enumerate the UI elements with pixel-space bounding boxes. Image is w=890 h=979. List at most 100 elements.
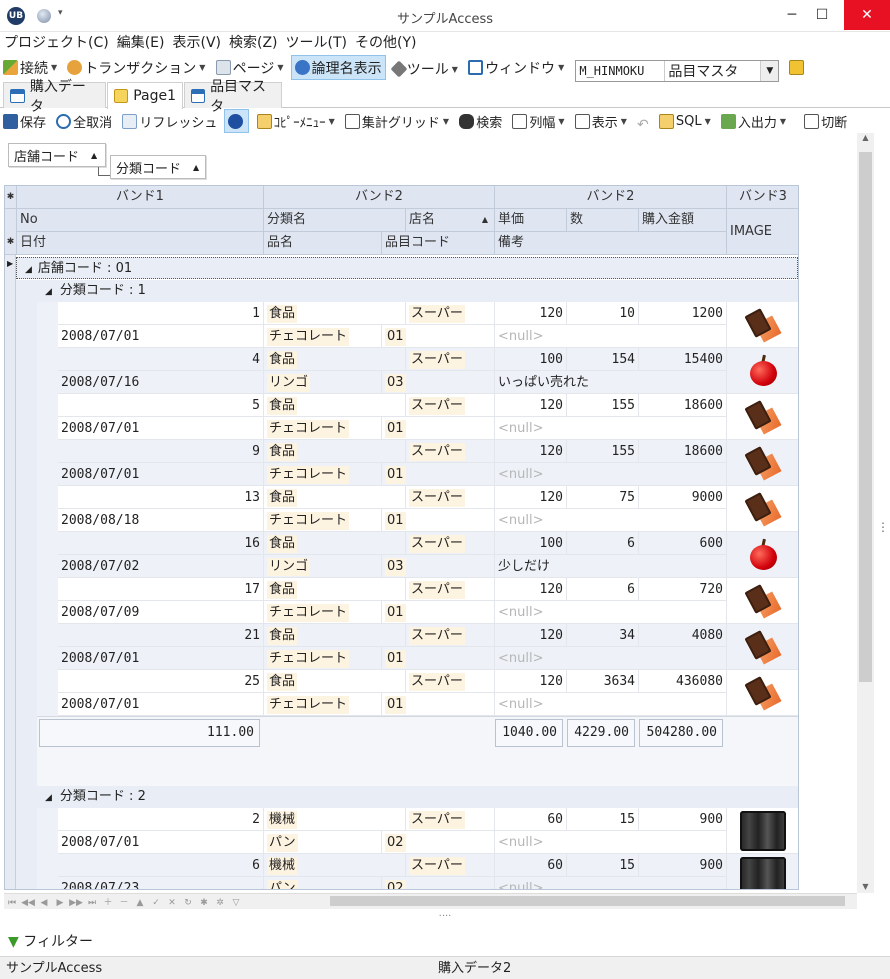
cell-category-name[interactable]: 食品 [264,486,406,509]
last-record-icon[interactable]: ⏭ [84,895,100,911]
cell-no[interactable]: 17 [58,578,264,601]
cell-no[interactable]: 9 [58,440,264,463]
cell-image[interactable] [727,808,798,854]
cell-category-name[interactable]: 機械 [264,808,406,831]
cancel-all-button[interactable]: 全取消 [53,109,115,133]
table-row[interactable]: 9 食品 スーパー 120 155 18600 2008/07/01 チェコレート 01 <nul… [58,440,798,486]
cell-unit-price[interactable]: 120 [495,394,567,417]
delete-record-icon[interactable]: － [116,895,132,911]
table-row[interactable]: 6 機械 スーパー 60 15 900 2008/07/23 パン 02 <null> [58,854,798,889]
cell-image[interactable] [727,624,798,670]
cell-quantity[interactable]: 6 [567,578,639,601]
table-row[interactable]: 21 食品 スーパー 120 34 4080 2008/07/01 チェコレート 01 <null… [58,624,798,670]
refresh-records-icon[interactable]: ↻ [180,895,196,911]
edit-record-icon[interactable]: ✓ [148,895,164,911]
cell-category-name[interactable]: 食品 [264,394,406,417]
band-header-2[interactable]: バンド2 [264,186,495,209]
cell-item-name[interactable]: リンゴ [264,371,382,394]
cell-no[interactable]: 21 [58,624,264,647]
cell-remarks[interactable]: <null> [495,417,727,440]
cell-no[interactable]: 6 [58,854,264,877]
cell-store-name[interactable]: スーパー [406,394,495,417]
col-header-remarks[interactable]: 備考 [495,232,727,255]
cell-no[interactable]: 25 [58,670,264,693]
cell-remarks[interactable]: <null> [495,877,727,889]
cell-store-name[interactable]: スーパー [406,808,495,831]
cell-category-name[interactable]: 食品 [264,578,406,601]
cell-amount[interactable]: 900 [639,808,727,831]
cell-remarks[interactable]: <null> [495,601,727,624]
cell-date[interactable]: 2008/07/01 [58,647,264,670]
cell-amount[interactable]: 900 [639,854,727,877]
cell-category-name[interactable]: 食品 [264,532,406,555]
group-field-category-code[interactable]: 分類コード ▲ [110,155,206,179]
cancel-edit-icon[interactable]: ✕ [164,895,180,911]
cell-unit-price[interactable]: 60 [495,854,567,877]
cell-remarks[interactable]: <null> [495,463,727,486]
cell-date[interactable]: 2008/07/16 [58,371,264,394]
copy-menu-button[interactable]: ｺﾋﾟｰﾒﾆｭｰ ▼ [254,109,338,133]
sql-button[interactable]: SQL ▼ [656,109,714,133]
menu-tools[interactable]: ツール(T) [282,32,351,55]
col-header-unit-price[interactable]: 単価 [495,209,567,232]
cell-date[interactable]: 2008/07/01 [58,693,264,716]
cell-image[interactable] [727,670,798,716]
cell-store-name[interactable]: スーパー [406,854,495,877]
cell-item-name[interactable]: チェコレート [264,693,382,716]
cell-item-name[interactable]: チェコレート [264,647,382,670]
menu-other[interactable]: その他(Y) [351,32,420,55]
cell-quantity[interactable]: 155 [567,394,639,417]
cell-no[interactable]: 2 [58,808,264,831]
cell-amount[interactable]: 4080 [639,624,727,647]
band-header-1[interactable]: バンド1 [17,186,264,209]
cell-item-code[interactable]: 02 [382,831,495,854]
cell-quantity[interactable]: 155 [567,440,639,463]
cell-store-name[interactable]: スーパー [406,302,495,325]
cell-unit-price[interactable]: 100 [495,532,567,555]
cell-item-code[interactable]: 01 [382,417,495,440]
cell-image[interactable] [727,440,798,486]
aggregate-grid-button[interactable]: 集計グリッド ▼ [342,109,452,133]
form-selector-combo[interactable]: M_HINMOKU 品目マスタ ▼ [575,60,780,82]
tab-item-master[interactable]: 品目マスタ [184,79,282,115]
menu-edit[interactable]: 編集(E) [113,32,169,55]
table-row[interactable]: 5 食品 スーパー 120 155 18600 2008/07/01 チェコレート 01 <nul… [58,394,798,440]
col-header-amount[interactable]: 購入金額 [639,209,727,232]
cell-unit-price[interactable]: 120 [495,578,567,601]
first-record-icon[interactable]: ⏮ [4,895,20,911]
import-export-button[interactable]: 入出力 ▼ [718,109,789,133]
cell-store-name[interactable]: スーパー [406,532,495,555]
cell-store-name[interactable]: スーパー [406,578,495,601]
tools-button[interactable]: ツール ▼ [390,57,461,82]
band-header-2b[interactable]: バンド2 [495,186,727,209]
cell-item-name[interactable]: チェコレート [264,417,382,440]
cell-item-code[interactable]: 01 [382,601,495,624]
cell-no[interactable]: 16 [58,532,264,555]
cell-amount[interactable]: 18600 [639,394,727,417]
cell-date[interactable]: 2008/07/01 [58,463,264,486]
next-page-icon[interactable]: ▶▶ [68,895,84,911]
display-button[interactable]: 表示 ▼ [572,109,630,133]
band-header-3[interactable]: バンド3 [727,186,798,209]
cell-remarks[interactable]: いっぱい売れた [495,371,727,394]
col-header-item-code[interactable]: 品目コード [382,232,495,255]
cell-remarks[interactable]: <null> [495,325,727,348]
menu-search[interactable]: 検索(Z) [225,32,282,55]
group-row-category-2[interactable]: ◢ 分類コード : 2 [37,786,798,808]
cell-category-name[interactable]: 食品 [264,670,406,693]
cell-unit-price[interactable]: 120 [495,486,567,509]
cell-amount[interactable]: 436080 [639,670,727,693]
bookmark-icon[interactable]: ✱ [196,895,212,911]
cell-unit-price[interactable]: 120 [495,670,567,693]
cell-amount[interactable]: 600 [639,532,727,555]
add-record-icon[interactable]: ＋ [100,895,116,911]
maximize-button[interactable]: ☐ [805,0,839,30]
filter-bar[interactable]: ▼ フィルター [0,930,890,954]
scroll-down-icon[interactable]: ▼ [857,882,874,891]
cell-amount[interactable]: 720 [639,578,727,601]
horizontal-scroll-thumb[interactable] [330,896,845,906]
filter-records-icon[interactable]: ▽ [228,895,244,911]
cell-item-code[interactable]: 01 [382,509,495,532]
minimize-button[interactable]: ─ [775,0,809,30]
window-button[interactable]: ウィンドウ ▼ [465,55,567,80]
